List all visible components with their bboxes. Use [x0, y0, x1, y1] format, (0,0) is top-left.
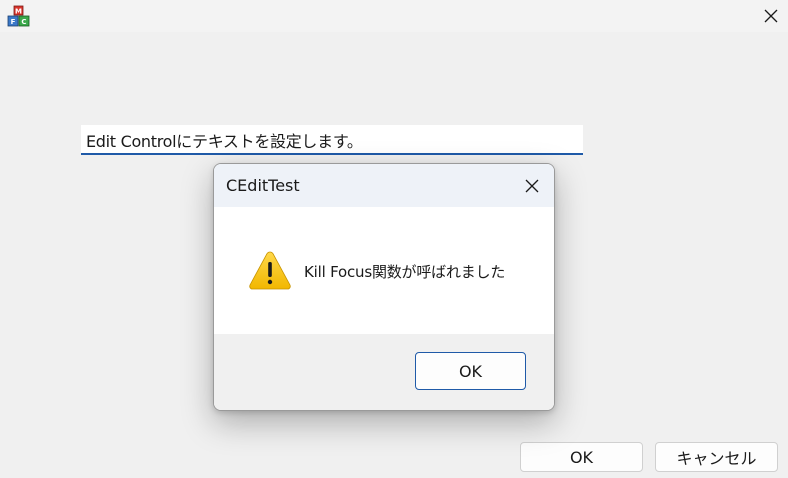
title-bar: M F C: [0, 0, 788, 32]
message-text: Kill Focus関数が呼ばれました: [304, 263, 506, 281]
close-icon: [764, 9, 778, 23]
message-box-title: CEditTest: [226, 176, 300, 195]
message-box-footer: OK: [214, 334, 554, 410]
edit-control[interactable]: Edit Controlにテキストを設定します。: [81, 125, 583, 155]
message-box-ok-button[interactable]: OK: [415, 352, 526, 390]
message-box-title-bar: CEditTest: [214, 164, 554, 207]
message-box-body: Kill Focus関数が呼ばれました: [214, 207, 554, 334]
window-close-button[interactable]: [754, 0, 788, 32]
close-icon: [525, 179, 539, 192]
message-box: CEditTest Kill Focus関数が呼ばれました OK: [213, 163, 555, 411]
svg-text:M: M: [15, 8, 22, 16]
main-window: M F C Edit Controlにテキストを設定します。 OK キャンセル …: [0, 0, 788, 478]
warning-icon: [248, 249, 292, 293]
ok-button[interactable]: OK: [520, 442, 643, 472]
message-box-close-button[interactable]: [510, 164, 554, 207]
svg-text:F: F: [11, 18, 16, 26]
app-icon: M F C: [7, 5, 31, 29]
svg-text:C: C: [21, 18, 26, 26]
cancel-button[interactable]: キャンセル: [655, 442, 778, 472]
